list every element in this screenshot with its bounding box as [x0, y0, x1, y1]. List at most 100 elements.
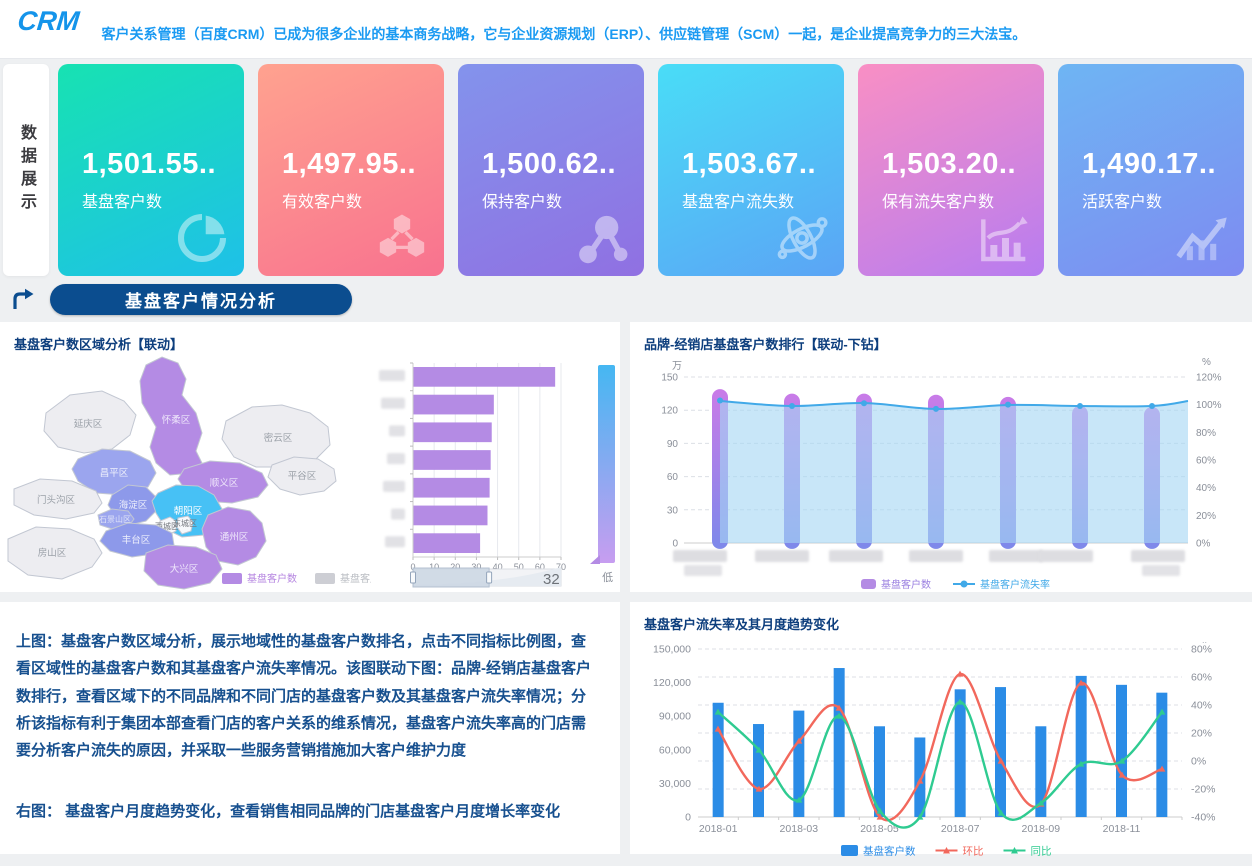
panel-region-analysis: 基盘客户数区域分析【联动】 延庆区怀柔区密云区昌平区顺义区平谷区门头沟区海淀区朝…: [0, 322, 620, 592]
svg-text:万: 万: [672, 361, 682, 372]
svg-text:基盘客户数: 基盘客户数: [863, 845, 916, 858]
stat-label: 基盘客户数: [82, 188, 162, 212]
stat-card-active-customers[interactable]: 1,490.17.. 活跃客户数: [1058, 64, 1244, 276]
region-bar[interactable]: [413, 506, 487, 526]
svg-text:环比: 环比: [963, 845, 984, 858]
svg-text:海淀区: 海淀区: [119, 499, 148, 511]
legend-item-bars[interactable]: 基盘客户数: [841, 845, 916, 858]
stat-card-held-lost-customers[interactable]: 1,503.20.. 保有流失客户数: [858, 64, 1044, 276]
section-header-row: 基盘客户情况分析: [10, 278, 1252, 320]
svg-text:30: 30: [667, 505, 679, 516]
monthly-trend-chart: -40%-20%0%20%40%60%80%030,00060,00090,00…: [636, 635, 1244, 861]
stat-value: 1,497.95..: [282, 148, 416, 181]
app-logo: CRM: [0, 0, 81, 37]
region-bar[interactable]: [413, 450, 490, 470]
svg-text:延庆区: 延庆区: [74, 418, 103, 430]
region-bar[interactable]: [413, 395, 493, 415]
svg-text:2018-11: 2018-11: [1103, 823, 1141, 835]
svg-text:-40%: -40%: [1191, 812, 1216, 824]
sidebar-tab-label: 数据展示: [14, 124, 38, 216]
description-paragraph-top: 上图：基盘客户数区域分析，展示地域性的基盘客户数排名，点击不同指标比例图，查看区…: [16, 628, 600, 764]
sidebar-tab-data-display[interactable]: 数据展示: [3, 64, 49, 276]
legend-item-环比[interactable]: 环比: [936, 845, 984, 858]
legend-item-bars[interactable]: 基盘客户数: [861, 578, 931, 591]
svg-text:基盘客户数: 基盘客户数: [247, 572, 297, 585]
stat-value: 1,501.55..: [82, 148, 216, 181]
trend-bar[interactable]: [1116, 685, 1127, 817]
svg-text:0: 0: [672, 539, 678, 550]
stat-label: 有效客户数: [282, 188, 362, 212]
panel-title: 基盘客户数区域分析【联动】: [0, 322, 620, 355]
loss-rate-point[interactable]: [1077, 403, 1083, 409]
stat-card-base-customers[interactable]: 1,501.55.. 基盘客户数: [58, 64, 244, 276]
atom-icon: [774, 210, 830, 266]
loss-rate-point[interactable]: [1149, 403, 1155, 409]
stat-value: 1,500.62..: [482, 148, 616, 181]
region-bar[interactable]: [413, 422, 491, 442]
visualmap-bar[interactable]: [598, 365, 615, 563]
stat-card-lost-base-customers[interactable]: 1,503.67.. 基盘客户流失数: [658, 64, 844, 276]
svg-text:房山区: 房山区: [38, 547, 67, 559]
loss-rate-point[interactable]: [1005, 402, 1011, 408]
svg-text:90,000: 90,000: [659, 711, 691, 723]
region-bar[interactable]: [413, 478, 489, 498]
trend-bar[interactable]: [753, 724, 764, 817]
legend-item-loss-rate[interactable]: 基盘客户流失率: [953, 578, 1050, 591]
beijing-district-map: 延庆区怀柔区密云区昌平区顺义区平谷区门头沟区海淀区朝阳区石景山区西城区东城区丰台…: [0, 355, 371, 591]
legend-item-同比[interactable]: 同比: [1004, 845, 1052, 858]
pie-chart-icon: [174, 210, 230, 266]
svg-text:60%: 60%: [1196, 456, 1216, 467]
stat-card-valid-customers[interactable]: 1,497.95.. 有效客户数: [258, 64, 444, 276]
stat-value: 1,503.67..: [682, 148, 816, 181]
trend-bar[interactable]: [834, 668, 845, 817]
trend-bar[interactable]: [914, 737, 925, 817]
stat-label: 保有流失客户数: [882, 188, 994, 212]
map-legend-item[interactable]: 基盘客户数: [222, 572, 297, 585]
loss-rate-point[interactable]: [861, 400, 867, 406]
svg-text:0%: 0%: [1196, 539, 1211, 550]
region-bar[interactable]: [413, 533, 480, 553]
svg-text:100%: 100%: [1196, 400, 1222, 411]
share-nodes-icon: [574, 210, 630, 266]
svg-text:150: 150: [661, 373, 678, 384]
trend-bar[interactable]: [955, 689, 966, 817]
section-title-pill[interactable]: 基盘客户情况分析: [50, 284, 352, 315]
visualmap-low-label: 低: [602, 569, 613, 585]
svg-text:密云区: 密云区: [264, 432, 293, 444]
trend-bar[interactable]: [1076, 676, 1087, 817]
svg-text:20%: 20%: [1196, 511, 1216, 522]
header-description: 客户关系管理（百度CRM）已成为很多企业的基本商务战略，它与企业资源规划（ERP…: [80, 0, 1027, 44]
stat-label: 保持客户数: [482, 188, 562, 212]
svg-text:32: 32: [543, 571, 560, 588]
turn-right-arrow-icon: [10, 286, 36, 312]
svg-text:朝阳区: 朝阳区: [174, 506, 203, 517]
visualmap-pointer: [590, 555, 600, 564]
loss-rate-point[interactable]: [717, 398, 723, 404]
datazoom-slider[interactable]: 32: [410, 567, 561, 588]
loss-rate-point[interactable]: [789, 403, 795, 409]
region-rank-bar-chart: 01020304050607032: [371, 355, 598, 595]
region-bar[interactable]: [413, 367, 555, 387]
svg-text:0%: 0%: [1191, 756, 1206, 768]
map-legend-item[interactable]: 基盘客户流失率: [315, 572, 371, 585]
svg-text:2018-01: 2018-01: [699, 823, 738, 835]
trend-arrow-icon: [1174, 210, 1230, 266]
svg-text:80%: 80%: [1191, 644, 1212, 656]
svg-text:60%: 60%: [1191, 672, 1212, 684]
svg-text:大兴区: 大兴区: [170, 563, 199, 575]
loss-rate-point[interactable]: [933, 406, 939, 412]
hex-cluster-icon: [374, 210, 430, 266]
svg-text:顺义区: 顺义区: [210, 478, 239, 489]
svg-text:昌平区: 昌平区: [100, 468, 129, 479]
panel-brand-rank: 品牌-经销店基盘客户数排行【联动-下钻】 03060901201500%20%4…: [630, 322, 1252, 592]
svg-text:120: 120: [661, 406, 678, 417]
stat-cards: 1,501.55.. 基盘客户数 1,497.95.. 有效客户数 1,500.…: [58, 64, 1244, 276]
stat-card-retained-customers[interactable]: 1,500.62.. 保持客户数: [458, 64, 644, 276]
svg-text:90: 90: [667, 439, 679, 450]
svg-text:40%: 40%: [1196, 483, 1216, 494]
svg-text:2018-07: 2018-07: [941, 823, 980, 835]
trend-bar[interactable]: [713, 703, 724, 817]
dashboard-grid: 基盘客户数区域分析【联动】 延庆区怀柔区密云区昌平区顺义区平谷区门头沟区海淀区朝…: [0, 322, 1252, 854]
svg-text:丰台区: 丰台区: [122, 534, 151, 546]
visualmap-gradient[interactable]: 低: [598, 365, 620, 563]
